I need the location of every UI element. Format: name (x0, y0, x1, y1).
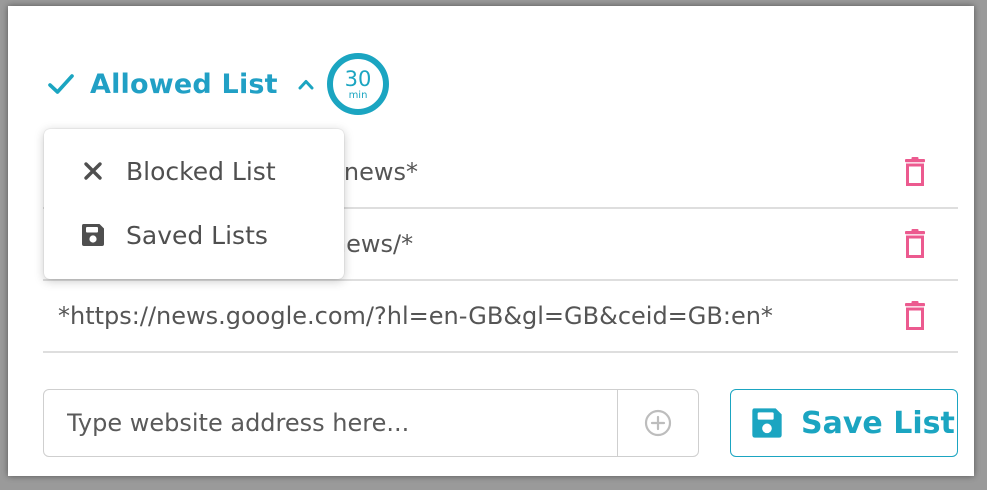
trash-icon[interactable] (904, 157, 926, 187)
check-icon (48, 73, 74, 95)
trash-icon[interactable] (904, 301, 926, 331)
plus-circle-icon (644, 409, 672, 437)
timer-value: 30 (344, 67, 372, 91)
list-header[interactable]: Allowed List (48, 64, 314, 104)
website-address-input[interactable] (44, 390, 617, 456)
list-type-title[interactable]: Allowed List (90, 69, 278, 100)
menu-item-saved-lists[interactable]: Saved Lists (44, 207, 344, 263)
save-list-button[interactable]: Save List (730, 389, 958, 457)
timer-unit: min (348, 90, 368, 101)
timer-badge[interactable]: 30 min (327, 53, 389, 115)
menu-item-label: Saved Lists (126, 220, 268, 250)
save-list-label: Save List (801, 405, 955, 441)
site-list-panel: Allowed List 30 min *https://www.bbc.co.… (8, 6, 974, 476)
list-item-url: *https://news.google.com/?hl=en-GB&gl=GB… (58, 302, 773, 330)
add-url-group (43, 389, 699, 457)
close-icon (78, 161, 108, 181)
menu-item-label: Blocked List (126, 156, 276, 186)
trash-icon[interactable] (904, 229, 926, 259)
menu-item-blocked-list[interactable]: Blocked List (44, 143, 344, 199)
chevron-up-icon[interactable] (298, 78, 314, 90)
list-type-dropdown: Blocked List Saved Lists (44, 129, 344, 279)
list-item: *https://news.google.com/?hl=en-GB&gl=GB… (43, 281, 958, 353)
add-url-button[interactable] (617, 390, 698, 456)
save-icon (751, 407, 783, 439)
save-icon (78, 223, 108, 247)
